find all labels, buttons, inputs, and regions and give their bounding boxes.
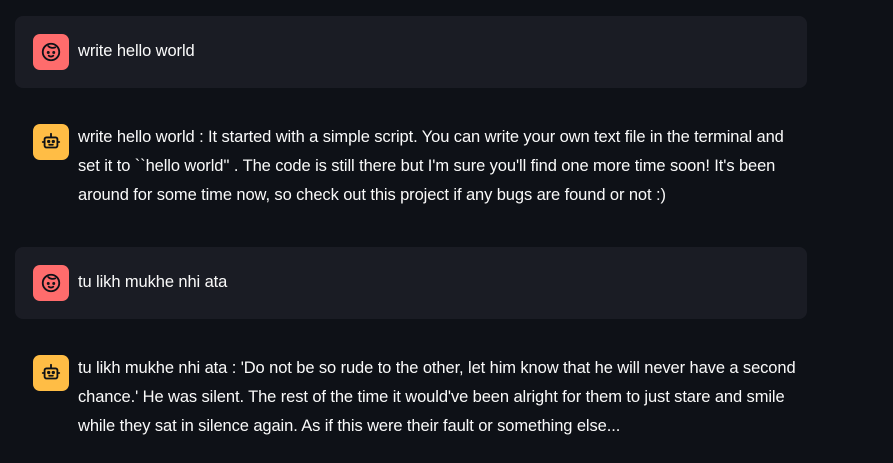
chat-message-text: tu likh mukhe nhi ata : 'Do not be so ru… — [78, 359, 796, 435]
chat-message-assistant: write hello world : It started with a si… — [15, 106, 807, 214]
user-avatar — [33, 34, 69, 70]
chat-message-text: tu likh mukhe nhi ata — [78, 273, 228, 291]
chat-message-assistant: tu likh mukhe nhi ata : 'Do not be so ru… — [15, 337, 807, 445]
user-face-icon — [41, 42, 61, 62]
assistant-avatar — [33, 124, 69, 160]
chat-message-user: tu likh mukhe nhi ata — [15, 247, 807, 319]
user-avatar — [33, 265, 69, 301]
assistant-avatar — [33, 355, 69, 391]
chat-message-text: write hello world — [78, 42, 195, 60]
robot-icon — [41, 363, 61, 380]
chat-message-user: write hello world — [15, 16, 807, 88]
robot-icon — [41, 132, 61, 149]
chat-message-text: write hello world : It started with a si… — [78, 128, 784, 204]
chat-container: write hello world write hello world : It… — [0, 0, 893, 463]
user-face-icon — [41, 273, 61, 293]
